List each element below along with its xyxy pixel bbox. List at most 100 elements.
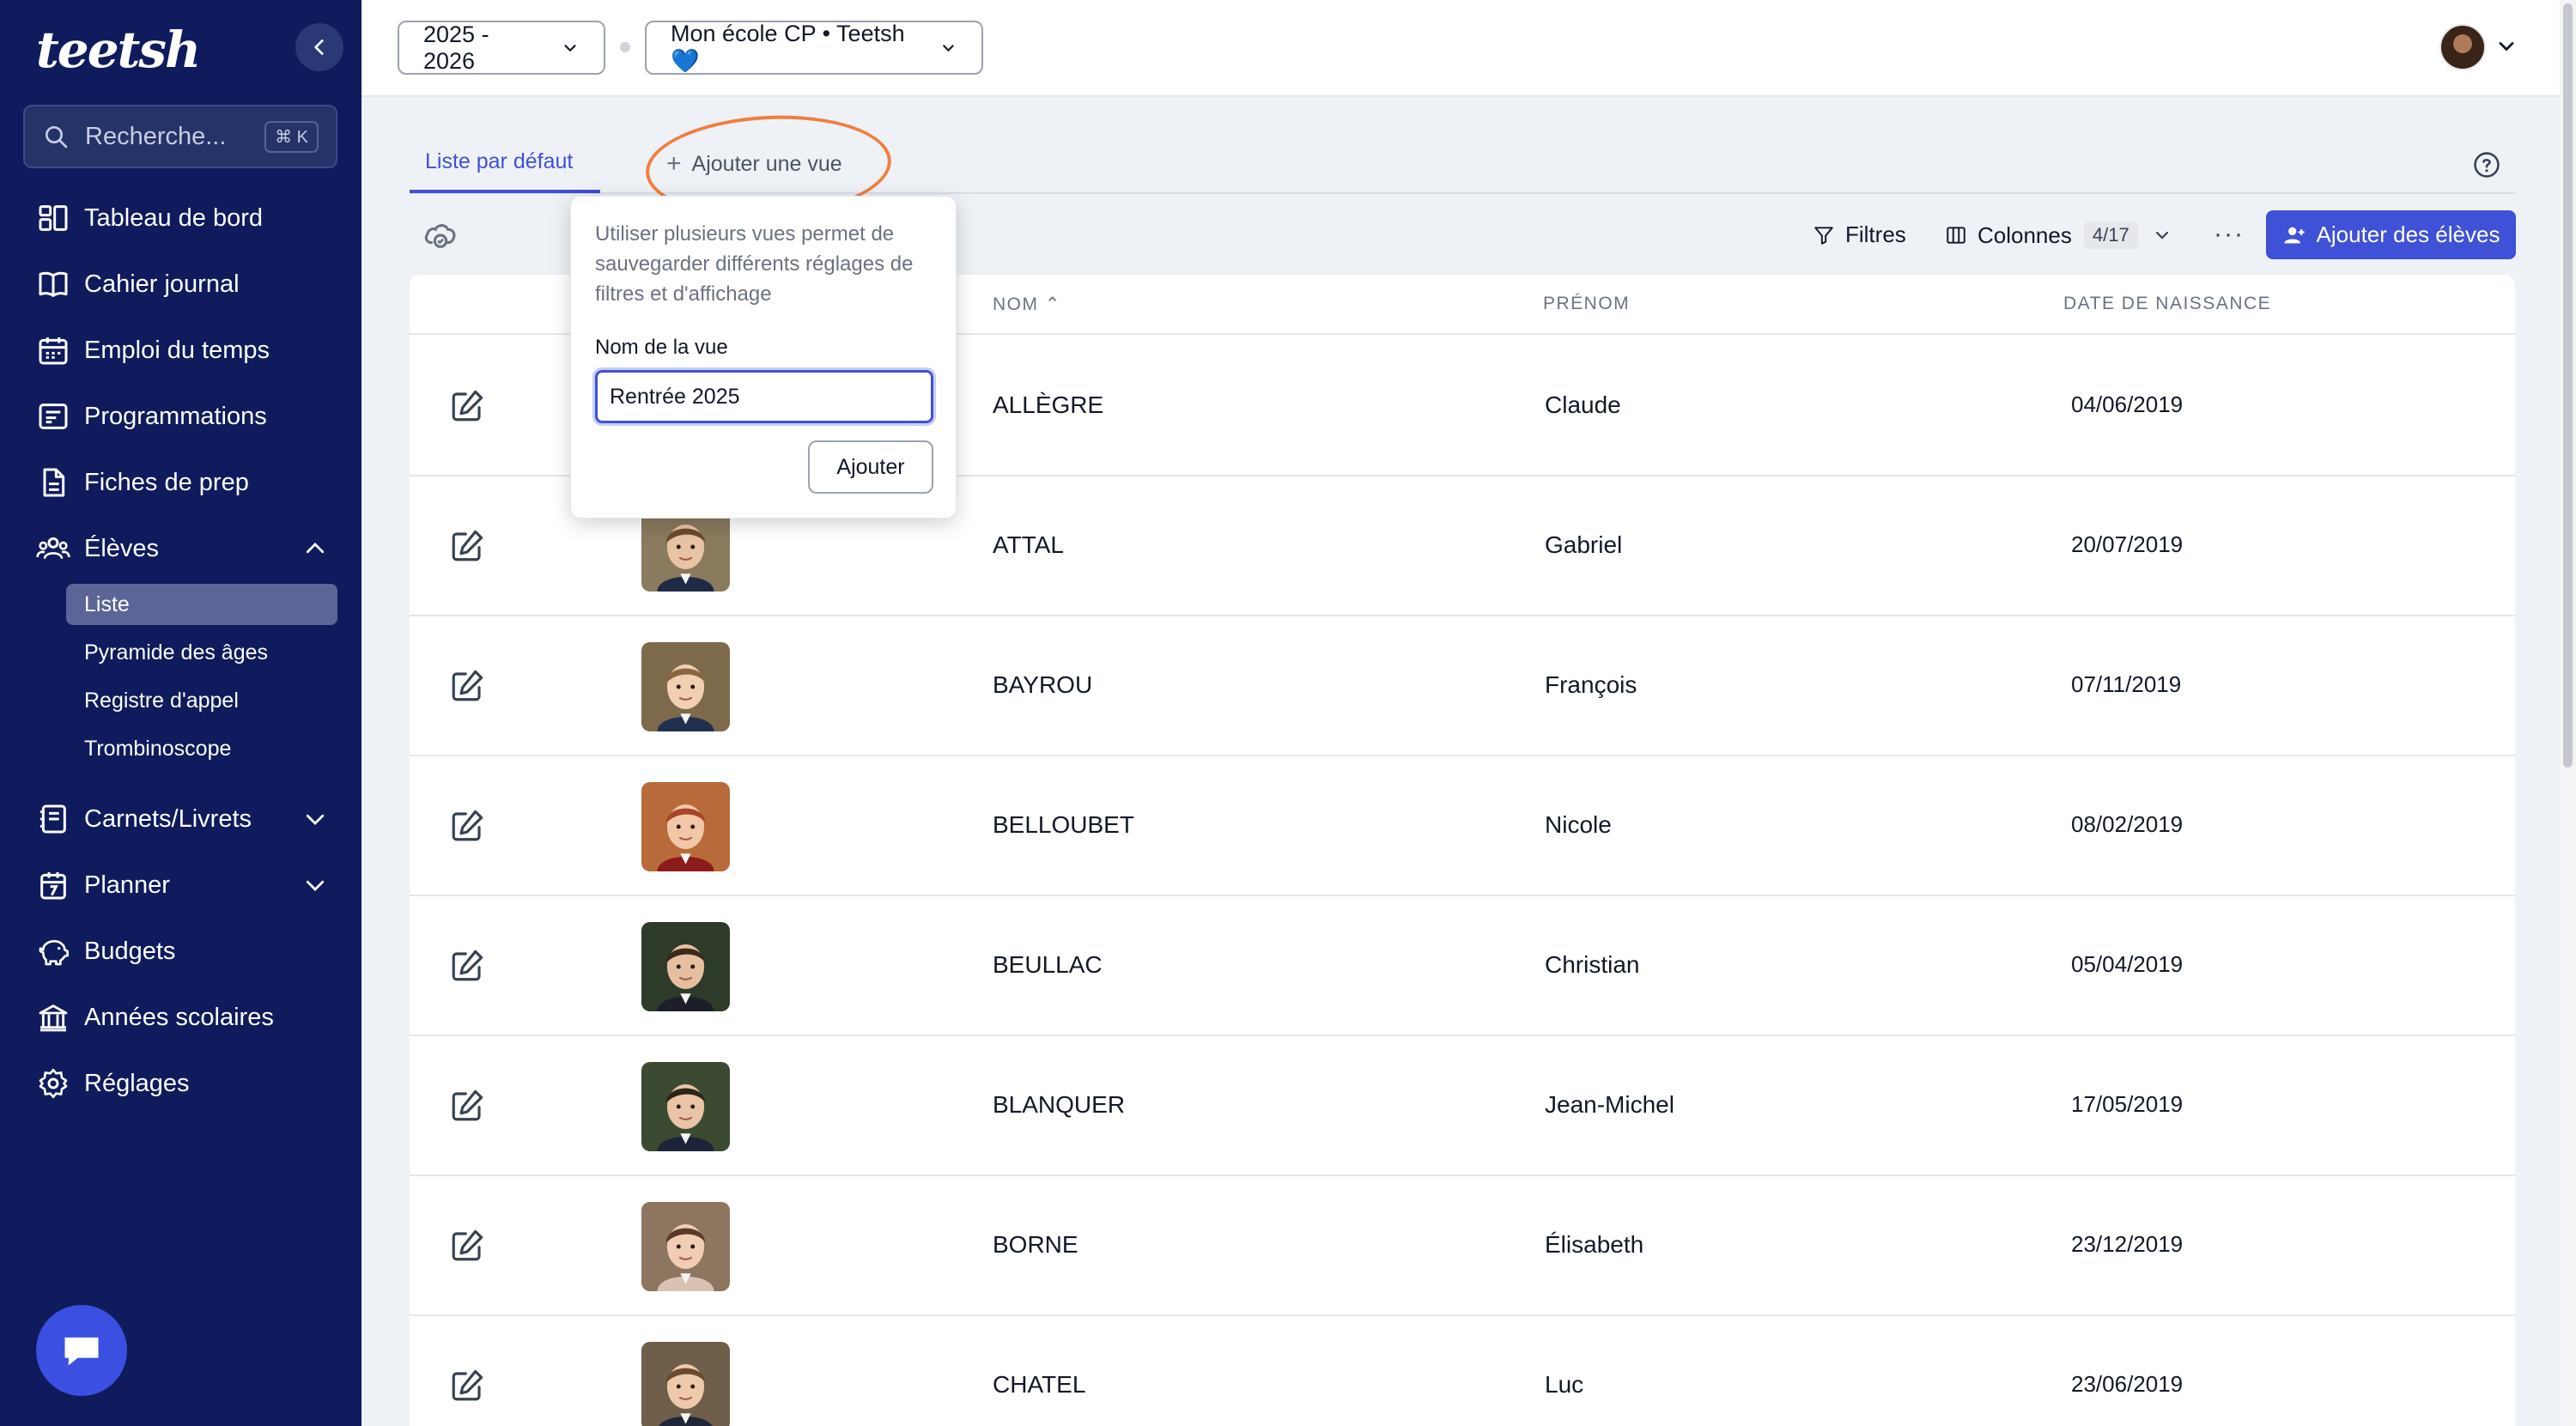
chevron-down-icon (943, 44, 954, 52)
student-birth-date: 23/12/2019 (2071, 1231, 2184, 1257)
table-row[interactable]: CHATEL Luc 23/06/2019 (410, 1316, 2515, 1426)
search-shortcut-badge: ⌘ K (264, 120, 319, 153)
teetsh-logo[interactable]: teetsh (36, 21, 201, 79)
student-birth-date: 17/05/2019 (2071, 1091, 2184, 1117)
sidebar-item-emploi-du-temps[interactable]: Emploi du temps (36, 333, 328, 367)
collapse-sidebar-button[interactable] (295, 23, 343, 71)
dashboard-icon (39, 205, 68, 231)
student-last-name: ALLÈGRE (993, 391, 1104, 418)
page-scrollbar[interactable] (2560, 0, 2576, 1426)
edit-icon[interactable] (449, 1368, 485, 1404)
edit-icon[interactable] (449, 1088, 485, 1124)
sidebar-item-label: Budgets (84, 937, 176, 965)
student-last-name: BELLOUBET (993, 811, 1134, 838)
sidebar-subitem-liste[interactable]: Liste (84, 592, 130, 617)
student-photo (641, 1342, 730, 1426)
student-first-name: Christian (1545, 951, 1640, 978)
sidebar-subitem-registre[interactable]: Registre d'appel (84, 689, 239, 713)
table-row[interactable]: BORNE Élisabeth 23/12/2019 (410, 1176, 2515, 1316)
columns-button[interactable]: Colonnes 4/17 (1945, 221, 2172, 249)
edit-icon[interactable] (449, 528, 485, 564)
sidebar-item-fiches-de-prep[interactable]: Fiches de prep (36, 465, 328, 500)
sidebar-item-label: Années scolaires (84, 1003, 274, 1031)
chat-support-button[interactable] (36, 1305, 127, 1396)
column-header-date-naissance[interactable]: DATE DE NAISSANCE (2063, 294, 2271, 314)
student-first-name: François (1545, 671, 1637, 698)
table-row[interactable]: BEULLAC Christian 05/04/2019 (410, 896, 2515, 1036)
sidebar-item-cahier-journal[interactable]: Cahier journal (36, 267, 328, 301)
sidebar-item-carnets-livrets[interactable]: Carnets/Livrets (36, 802, 328, 836)
top-bar: 2025 - 2026 Mon école CP • Teetsh 💙 (361, 0, 2560, 97)
search-input[interactable]: Recherche... ⌘ K (23, 105, 337, 168)
column-header-prenom[interactable]: PRÉNOM (1543, 294, 1630, 314)
columns-label: Colonnes (1978, 221, 2072, 248)
chevron-down-icon (306, 814, 325, 825)
edit-icon[interactable] (449, 808, 485, 844)
class-value: Mon école CP • Teetsh 💙 (671, 21, 905, 74)
cloud-sync-icon[interactable] (421, 215, 460, 254)
chat-icon (64, 1337, 99, 1366)
edit-icon[interactable] (449, 1228, 485, 1264)
class-select[interactable]: Mon école CP • Teetsh 💙 (645, 21, 983, 75)
school-year-value: 2025 - 2026 (423, 21, 489, 74)
student-first-name: Élisabeth (1545, 1231, 1644, 1258)
sidebar-item-tableau-de-bord[interactable]: Tableau de bord (36, 201, 328, 235)
book-icon (39, 271, 68, 297)
popover-description: Utiliser plusieurs vues permet de sauveg… (595, 222, 914, 306)
student-first-name: Jean-Michel (1545, 1091, 1674, 1118)
sidebar-item-label: Tableau de bord (84, 203, 263, 232)
sidebar-item-programmations[interactable]: Programmations (36, 399, 328, 434)
view-name-label: Nom de la vue (595, 336, 728, 359)
edit-icon[interactable] (449, 948, 485, 984)
sidebar-subitem-pyramide[interactable]: Pyramide des âges (84, 640, 268, 665)
table-row[interactable]: BLANQUER Jean-Michel 17/05/2019 (410, 1036, 2515, 1176)
edit-icon[interactable] (449, 388, 485, 424)
filters-button[interactable]: Filtres (1813, 221, 1906, 248)
piggy-bank-icon (39, 940, 69, 966)
table-row[interactable]: BAYROU François 07/11/2019 (410, 616, 2515, 756)
sidebar-item-planner[interactable]: Planner (36, 868, 328, 902)
chevron-down-icon (2155, 231, 2168, 240)
sidebar-item-eleves[interactable]: Élèves (36, 531, 328, 566)
column-header-nom[interactable]: NOM ⌃ (993, 294, 1061, 315)
student-last-name: BORNE (993, 1231, 1078, 1258)
columns-count-badge: 4/17 (2083, 221, 2138, 249)
file-icon (43, 468, 65, 497)
edit-icon[interactable] (449, 668, 485, 704)
school-icon (39, 1004, 68, 1032)
view-name-input[interactable] (592, 367, 936, 426)
planner-icon (40, 872, 66, 900)
student-photo (641, 782, 730, 871)
table-row[interactable]: BELLOUBET Nicole 08/02/2019 (410, 756, 2515, 896)
list-icon (39, 404, 68, 429)
sidebar-subitem-trombinoscope[interactable]: Trombinoscope (84, 737, 231, 762)
chevron-down-icon (306, 880, 325, 891)
student-first-name: Claude (1545, 391, 1621, 418)
student-last-name: BEULLAC (993, 951, 1103, 978)
scrollbar-thumb[interactable] (2563, 3, 2573, 768)
columns-icon (1947, 227, 1965, 244)
student-first-name: Nicole (1545, 811, 1612, 838)
add-students-label: Ajouter des élèves (2316, 221, 2500, 247)
sidebar-item-label: Planner (84, 871, 170, 899)
sidebar-item-label: Emploi du temps (84, 336, 270, 364)
students-icon (36, 537, 70, 560)
sidebar-item-budgets[interactable]: Budgets (36, 934, 328, 968)
active-tab-indicator (410, 190, 600, 193)
tab-liste-par-defaut[interactable]: Liste par défaut (425, 149, 573, 174)
sidebar-item-annees-scolaires[interactable]: Années scolaires (36, 1000, 328, 1035)
chevron-left-icon (314, 39, 324, 55)
help-icon[interactable] (2472, 150, 2501, 179)
school-year-select[interactable]: 2025 - 2026 (398, 21, 605, 75)
chevron-down-icon[interactable] (2494, 34, 2518, 58)
add-students-button[interactable]: Ajouter des élèves (2266, 210, 2516, 259)
student-photo (641, 642, 730, 731)
more-options-button[interactable]: ··· (2214, 220, 2245, 249)
calendar-icon (39, 337, 68, 365)
sidebar-item-reglages[interactable]: Réglages (36, 1066, 328, 1101)
add-user-icon (2283, 227, 2305, 243)
user-avatar[interactable] (2439, 24, 2486, 70)
chevron-down-icon (564, 44, 576, 52)
add-view-submit-button[interactable]: Ajouter (808, 440, 933, 494)
student-photo (641, 1202, 730, 1291)
